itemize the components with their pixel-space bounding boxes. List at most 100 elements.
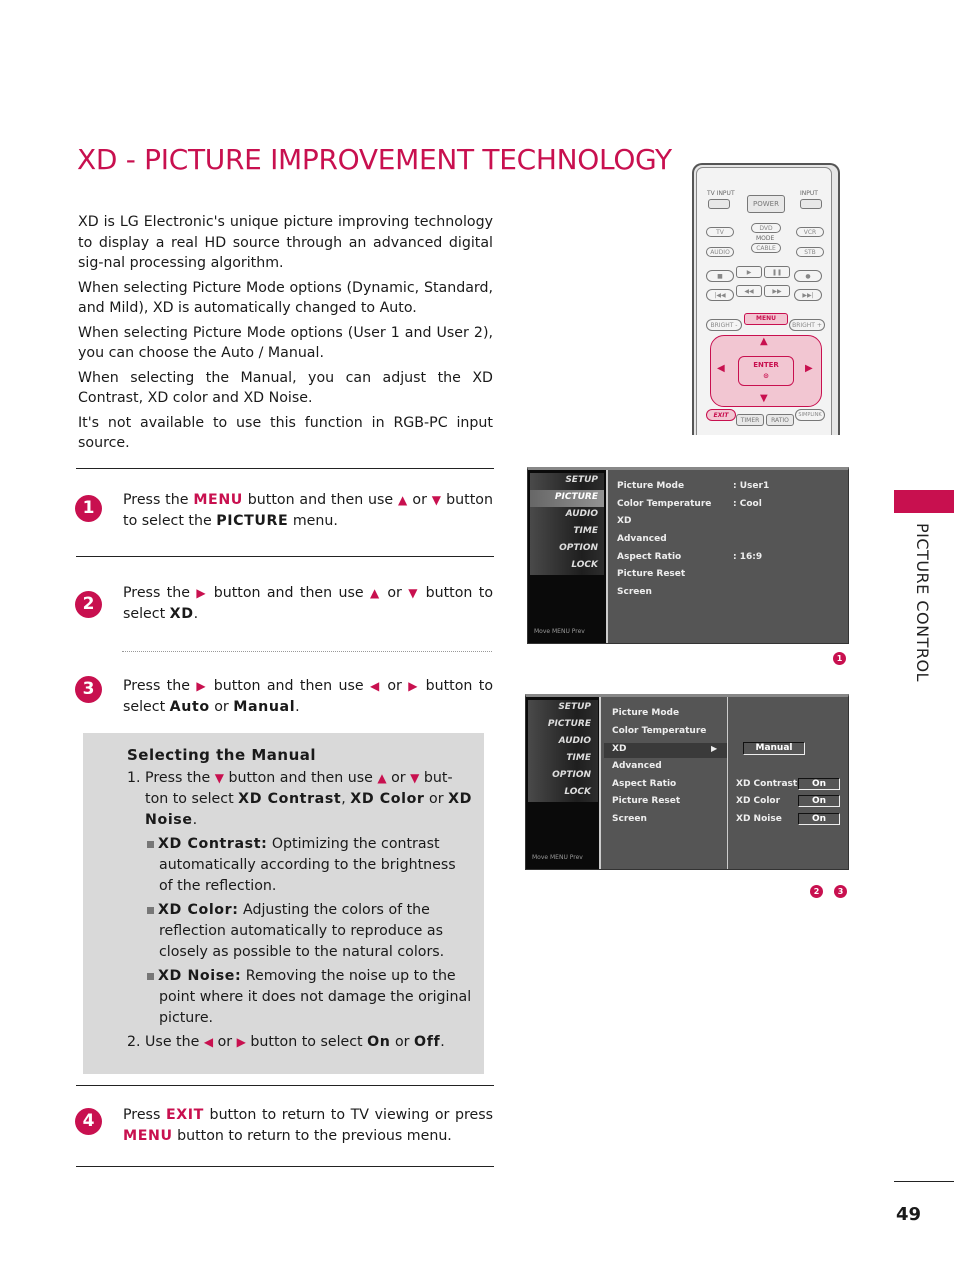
section-tab-marker (894, 490, 954, 513)
osd-item-value: : Cool (733, 499, 762, 509)
xd-keyword: XD (169, 606, 194, 622)
auto-keyword: Auto (169, 699, 210, 715)
up-arrow-icon: ▲ (398, 493, 408, 507)
submenu-arrow-icon: ▶ (711, 744, 718, 753)
divider (76, 556, 494, 557)
manual-box-title: Selecting the Manual (127, 746, 317, 764)
exit-button: EXIT (706, 409, 736, 421)
osd-category-lock: LOCK (571, 560, 598, 570)
mode-label: MODE (756, 235, 775, 242)
manual-item-2: 2. Use the ◀ or ▶ button to select On or… (127, 1034, 445, 1050)
tv-input-button (708, 199, 730, 209)
step-3-text: Press the ▶ button and then use ◀ or ▶ b… (123, 678, 493, 715)
osd-picture-menu: SETUP PICTURE AUDIO TIME OPTION LOCK Mov… (527, 467, 849, 644)
screen-1-badge: 1 (833, 652, 846, 665)
right-arrow-icon: ▶ (236, 1035, 246, 1049)
skip-forward-button: ▶▶| (794, 289, 822, 301)
enter-dot-icon: ⊙ (763, 372, 769, 380)
left-arrow-icon: ◀ (369, 679, 382, 693)
pause-button: ❚❚ (764, 266, 790, 278)
xd-color-value: On (798, 795, 840, 807)
divider (76, 1166, 494, 1167)
timer-button: TIMER (736, 414, 764, 426)
remote-control-illustration: TV INPUT INPUT POWER TV DVD VCR MODE AUD… (692, 163, 840, 435)
xd-noise-value: On (798, 813, 840, 825)
tv-mode-button: TV (706, 227, 734, 237)
osd-category-audio: AUDIO (558, 736, 591, 746)
osd-category-picture: PICTURE (554, 492, 598, 502)
osd-footer-hint: Move MENU Prev (534, 628, 585, 635)
left-arrow-icon: ◀ (203, 1035, 214, 1049)
up-arrow-icon: ▲ (369, 586, 382, 600)
menu-keyword: MENU (123, 1128, 173, 1144)
up-arrow-icon: ▲ (760, 336, 768, 347)
screen-2-badge: 2 (810, 885, 823, 898)
intro-paragraph: When selecting the Manual, you can adjus… (78, 369, 493, 407)
osd-item-value: : User1 (733, 481, 770, 491)
divider (76, 1085, 494, 1086)
down-arrow-icon: ▼ (214, 771, 224, 785)
stop-button: ■ (706, 270, 734, 282)
step-1-badge: 1 (75, 495, 102, 522)
xd-mode-value: Manual (743, 742, 805, 755)
divider (76, 468, 494, 469)
right-arrow-icon: ▶ (805, 363, 813, 374)
step-4-text: Press EXIT button to return to TV viewin… (123, 1107, 493, 1144)
simplink-button: SIMPLINK (795, 409, 825, 421)
xd-noise-label: XD Noise (736, 814, 782, 824)
bullet-square-icon (147, 906, 154, 914)
tv-input-label: TV INPUT (707, 190, 735, 197)
osd-category-time: TIME (566, 753, 591, 763)
osd-category-audio: AUDIO (565, 509, 598, 519)
osd-item: Aspect Ratio (617, 552, 682, 562)
stb-mode-button: STB (796, 247, 824, 257)
step-1-text: Press the MENU button and then use ▲ or … (123, 492, 493, 529)
screen-3-badge: 3 (834, 885, 847, 898)
audio-mode-button: AUDIO (706, 247, 734, 257)
osd-item: Picture Reset (617, 569, 686, 579)
step-3-badge: 3 (75, 676, 102, 703)
right-arrow-icon: ▶ (196, 679, 208, 693)
page-title: XD - PICTURE IMPROVEMENT TECHNOLOGY (77, 143, 672, 176)
osd-item-selected: XD (612, 744, 627, 754)
osd-item: Advanced (617, 534, 667, 544)
bullet-square-icon (147, 840, 154, 848)
down-arrow-icon: ▼ (410, 771, 420, 785)
record-button: ● (794, 270, 822, 282)
osd-item: Picture Mode (617, 481, 685, 491)
exit-keyword: EXIT (165, 1107, 204, 1123)
osd-category-time: TIME (573, 526, 598, 536)
intro-paragraph: When selecting Picture Mode options (Use… (78, 324, 493, 362)
osd-item: Picture Mode (612, 708, 680, 718)
menu-keyword: MENU (193, 492, 243, 508)
osd-category-option: OPTION (552, 770, 591, 780)
down-arrow-icon: ▼ (760, 393, 768, 404)
bright-plus-button: BRIGHT + (789, 319, 825, 331)
step-2-badge: 2 (75, 591, 102, 618)
osd-item: Color Temperature (612, 726, 707, 736)
up-arrow-icon: ▲ (377, 771, 387, 785)
osd-category-option: OPTION (559, 543, 598, 553)
intro-text: XD is LG Electronic's unique picture imp… (78, 212, 493, 458)
xd-contrast-value: On (798, 778, 840, 790)
input-label: INPUT (800, 190, 818, 197)
intro-paragraph: It's not available to use this function … (78, 414, 493, 452)
vcr-mode-button: VCR (796, 227, 824, 237)
osd-item: Aspect Ratio (612, 779, 677, 789)
osd-category-setup: SETUP (558, 702, 591, 712)
manual-item-1: 1. Press the ▼ button and then use ▲ or … (127, 770, 472, 828)
cable-mode-button: CABLE (751, 243, 781, 253)
ratio-button: RATIO (766, 414, 794, 426)
xd-color-label: XD Color (736, 796, 781, 806)
osd-item: Advanced (612, 761, 662, 771)
osd-category-sidebar: SETUP PICTURE AUDIO TIME OPTION LOCK Mov… (528, 470, 608, 643)
osd-footer-hint: Move MENU Prev (532, 854, 583, 861)
right-arrow-icon: ▶ (408, 679, 420, 693)
osd-category-picture: PICTURE (547, 719, 591, 729)
divider-dotted (122, 651, 492, 652)
intro-paragraph: When selecting Picture Mode options (Dyn… (78, 279, 493, 317)
left-arrow-icon: ◀ (717, 363, 725, 374)
dvd-mode-button: DVD (751, 223, 781, 233)
skip-back-button: |◀◀ (706, 289, 734, 301)
bullet-square-icon (147, 972, 154, 980)
